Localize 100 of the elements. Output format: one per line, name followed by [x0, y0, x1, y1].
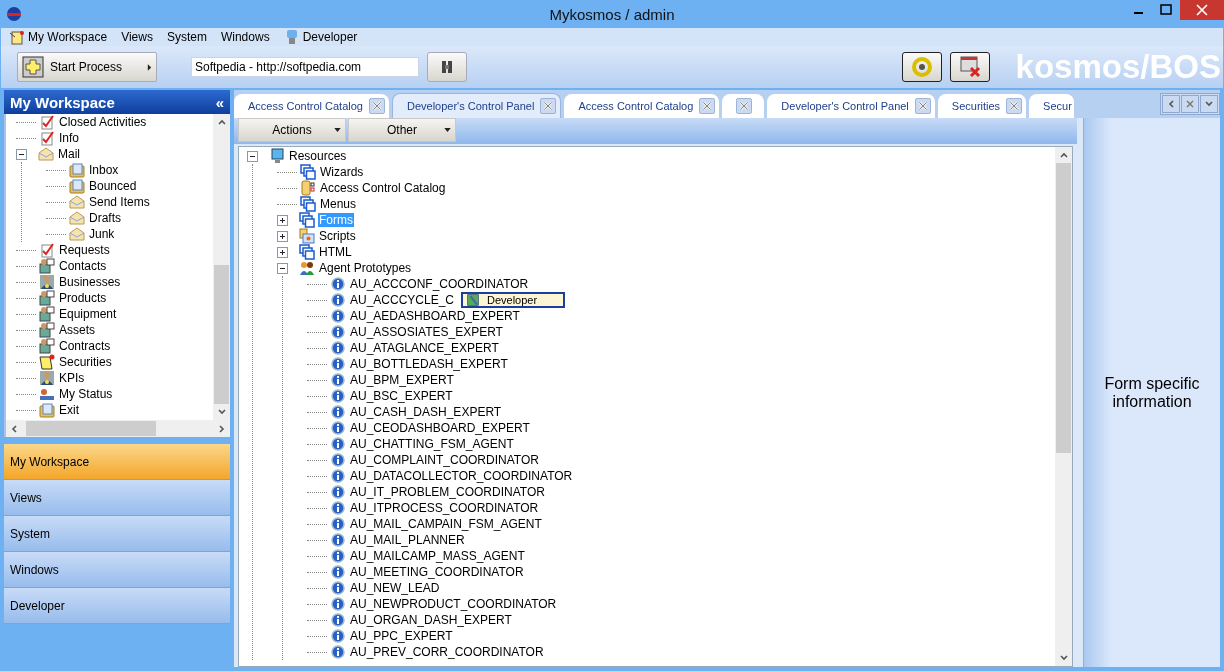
tree-item[interactable]: AU_MAIL_CAMPAIN_FSM_AGENT — [349, 517, 543, 531]
menu-item[interactable]: Developer — [302, 30, 358, 44]
tree-item[interactable]: AU_CASH_DASH_EXPERT — [349, 405, 503, 419]
tab[interactable]: Access Control Catalog — [234, 94, 389, 118]
tree-item[interactable]: Junk — [88, 227, 116, 241]
tab[interactable]: Developer's Control Panel — [391, 93, 562, 118]
tree-item[interactable]: Agent Prototypes — [318, 261, 413, 275]
scroll-right-icon[interactable] — [217, 423, 227, 434]
tree-item[interactable]: AU_IT_PROBLEM_COORDINATOR — [349, 485, 546, 499]
tree-item[interactable]: Bounced — [88, 179, 138, 193]
tree-item[interactable]: AU_ATAGLANCE_EXPERT — [349, 341, 500, 355]
tree-item[interactable]: AU_CEODASHBOARD_EXPERT — [349, 421, 531, 435]
menu-item[interactable]: System — [166, 30, 207, 44]
scroll-down-icon[interactable] — [216, 407, 227, 417]
tree-item[interactable]: Businesses — [58, 275, 122, 289]
menu-item[interactable]: Views — [121, 30, 153, 44]
nav-button[interactable]: System — [4, 516, 230, 552]
close-icon[interactable] — [699, 98, 716, 114]
tree-item[interactable]: Menus — [319, 197, 358, 211]
collapse-icon[interactable] — [277, 262, 288, 274]
tab[interactable]: Securities — [937, 94, 1027, 118]
tree-item[interactable]: Access Control Catalog — [319, 181, 447, 195]
tab[interactable]: Secur — [1029, 94, 1074, 118]
scrollbar-thumb[interactable] — [1056, 163, 1071, 453]
tree-item[interactable]: Inbox — [88, 163, 120, 177]
tree-item[interactable]: Contacts — [58, 259, 108, 273]
refresh-button[interactable] — [901, 52, 942, 82]
tree-item[interactable]: Securities — [58, 355, 113, 369]
tree-item[interactable]: AU_AEDASHBOARD_EXPERT — [349, 309, 521, 323]
tree-item[interactable]: AU_ORGAN_DASH_EXPERT — [349, 613, 513, 627]
close-icon[interactable] — [540, 98, 557, 114]
nav-button[interactable]: Windows — [4, 552, 230, 588]
scrollbar-thumb[interactable] — [26, 421, 156, 436]
tree-item[interactable]: Contracts — [58, 339, 112, 353]
close-windows-button[interactable] — [949, 52, 990, 82]
collapse-button[interactable]: « — [215, 93, 224, 111]
expand-icon[interactable] — [277, 246, 288, 258]
tree-item[interactable]: AU_MEETING_COORDINATOR — [349, 565, 525, 579]
tree-item[interactable]: Equipment — [58, 307, 118, 321]
start-process-button[interactable]: Start Process — [17, 52, 157, 82]
expand-icon[interactable] — [277, 230, 288, 242]
tree-item[interactable]: Resources — [288, 149, 348, 163]
scroll-up-icon[interactable] — [216, 117, 227, 127]
tree-item[interactable]: AU_NEWPRODUCT_COORDINATOR — [349, 597, 558, 611]
menu-item[interactable]: My Workspace — [28, 30, 108, 44]
tree-item[interactable]: Products — [58, 291, 108, 305]
tree-item[interactable]: KPIs — [58, 371, 86, 385]
tree-item[interactable]: Mail — [57, 147, 81, 161]
tree-item[interactable]: AU_ACCCYCLE_C — [349, 293, 456, 307]
close-icon[interactable] — [1180, 0, 1224, 20]
dropdown-button[interactable]: Other — [348, 118, 456, 142]
menu-item[interactable]: Windows — [220, 30, 270, 44]
close-icon[interactable] — [914, 98, 931, 114]
close-icon[interactable] — [368, 98, 385, 114]
tree-item[interactable]: My Status — [58, 387, 114, 401]
tree-item[interactable]: AU_BSC_EXPERT — [349, 389, 454, 403]
tree-item[interactable]: HTML — [318, 245, 353, 259]
close-icon[interactable] — [1006, 98, 1023, 114]
tree-item[interactable]: AU_COMPLAINT_COORDINATOR — [349, 453, 540, 467]
expand-icon[interactable] — [277, 214, 288, 226]
close-icon[interactable] — [736, 98, 753, 114]
tree-item[interactable]: Assets — [58, 323, 96, 337]
tab-list-icon[interactable] — [1204, 99, 1214, 109]
context-menu[interactable]: Developer — [461, 292, 565, 308]
close-icon[interactable] — [1185, 99, 1195, 109]
tree-item[interactable]: Requests — [58, 243, 111, 257]
tree-item[interactable]: AU_MAIL_PLANNER — [349, 533, 466, 547]
tree-item[interactable]: Drafts — [88, 211, 122, 225]
tree-item[interactable]: Scripts — [318, 229, 357, 243]
tree-item[interactable]: AU_ITPROCESS_COORDINATOR — [349, 501, 540, 515]
tree-item[interactable]: AU_ASSOSIATES_EXPERT — [349, 325, 504, 339]
tab[interactable]: Developer's Control Panel — [767, 94, 935, 118]
collapse-icon[interactable] — [247, 150, 258, 162]
tree-item[interactable]: AU_BOTTLEDASH_EXPERT — [349, 357, 509, 371]
tree-item[interactable]: Closed Activities — [58, 115, 148, 129]
nav-button[interactable]: My Workspace — [4, 444, 230, 480]
tree-item[interactable]: Exit — [58, 403, 80, 417]
scroll-left-icon[interactable] — [9, 423, 19, 434]
address-field[interactable]: Softpedia - http://softpedia.com — [191, 57, 419, 77]
tree-item[interactable]: AU_PREV_CORR_COORDINATOR — [349, 645, 545, 659]
tree-item[interactable]: AU_PPC_EXPERT — [349, 629, 454, 643]
scroll-up-icon[interactable] — [1058, 150, 1069, 160]
dropdown-button[interactable]: Actions — [238, 118, 346, 142]
tree-item[interactable]: AU_ACCCONF_COORDINATOR — [349, 277, 530, 291]
scroll-down-icon[interactable] — [1058, 653, 1069, 663]
tree-item[interactable]: AU_DATACOLLECTOR_COORDINATOR — [349, 469, 574, 483]
tree-item[interactable]: AU_MAILCAMP_MASS_AGENT — [349, 549, 526, 563]
tree-item[interactable]: AU_CHATTING_FSM_AGENT — [349, 437, 515, 451]
nav-button[interactable]: Developer — [4, 588, 230, 624]
binoculars-button[interactable] — [427, 52, 467, 82]
tree-item[interactable]: AU_BPM_EXPERT — [349, 373, 455, 387]
nav-button[interactable]: Views — [4, 480, 230, 516]
tree-item[interactable]: Info — [58, 131, 80, 145]
scroll-left-icon[interactable] — [1166, 99, 1176, 109]
scrollbar-thumb[interactable] — [214, 265, 229, 404]
tree-item[interactable]: Send Items — [88, 195, 151, 209]
tree-item[interactable]: Wizards — [319, 165, 365, 179]
tab[interactable]: Access Control Catalog — [564, 94, 720, 118]
tree-item[interactable]: AU_NEW_LEAD — [349, 581, 441, 595]
collapse-icon[interactable] — [16, 148, 27, 160]
